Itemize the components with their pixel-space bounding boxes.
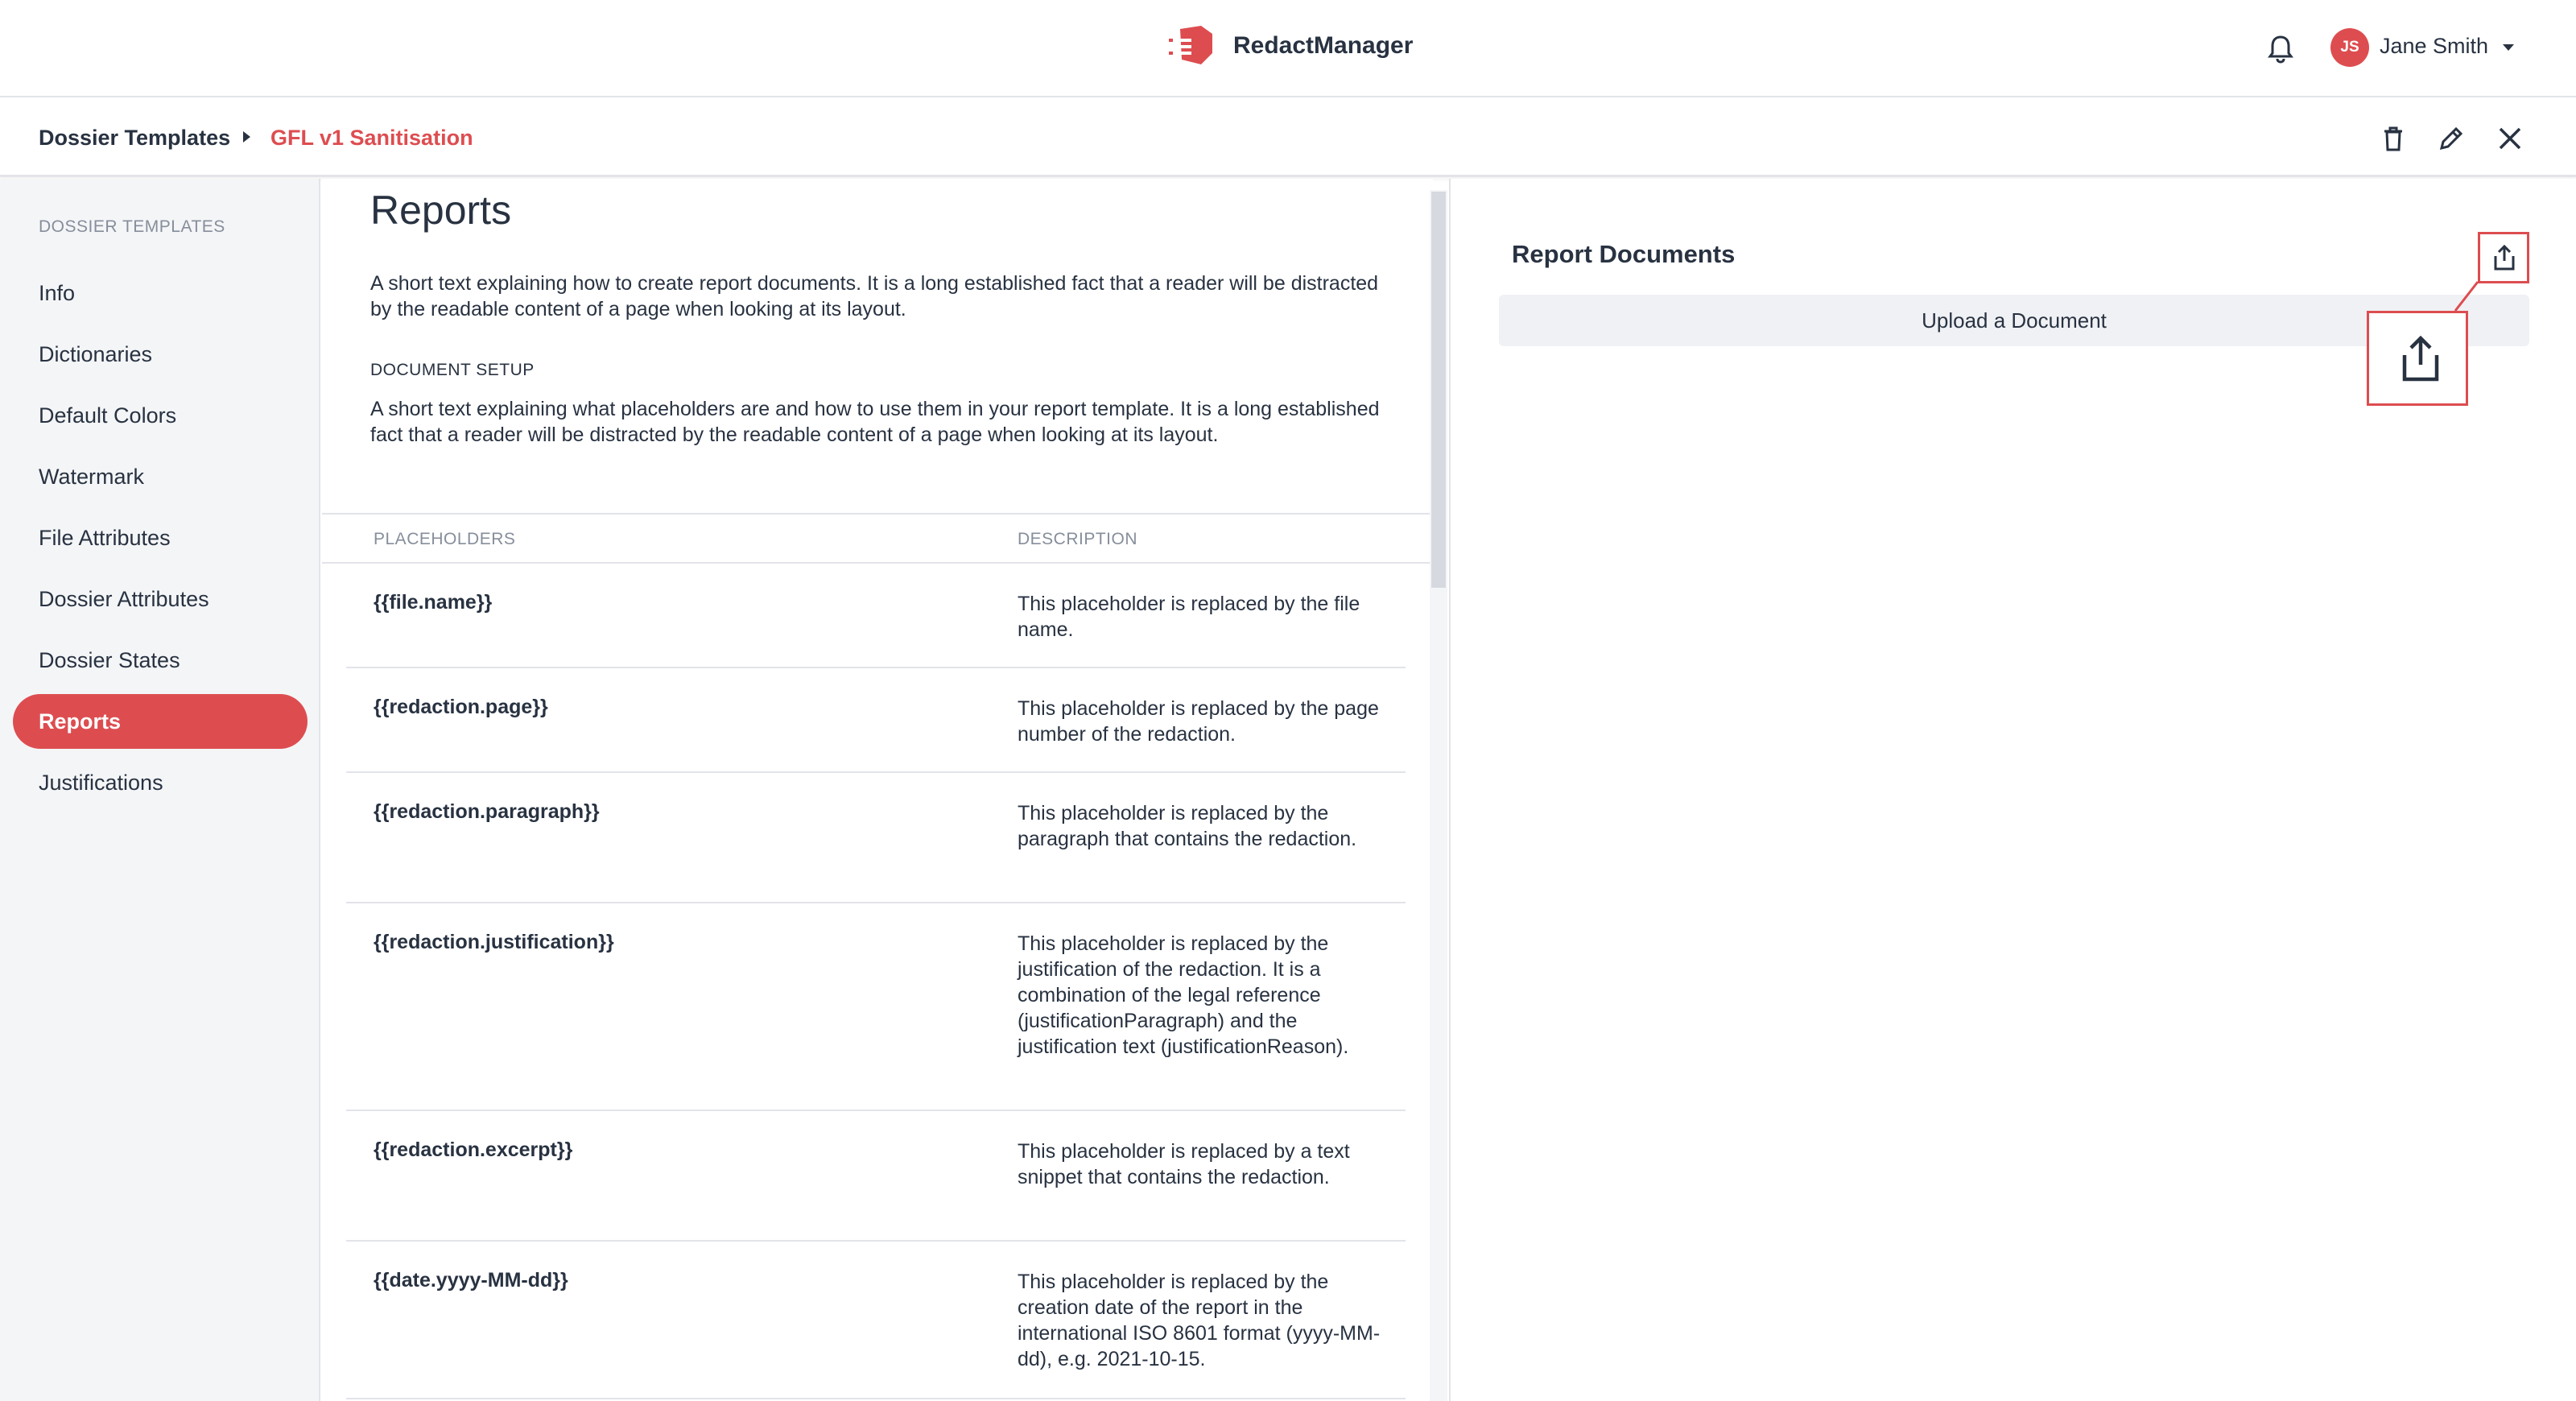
upload-icon[interactable] — [2478, 232, 2529, 283]
bell-icon[interactable] — [2266, 34, 2295, 64]
close-icon[interactable] — [2494, 122, 2526, 155]
placeholder-name: {{date.yyyy-MM-dd}} — [374, 1269, 568, 1291]
breadcrumb-current-template[interactable]: GFL v1 Sanitisation — [270, 126, 473, 151]
table-row: {{redaction.excerpt}} This placeholder i… — [346, 1111, 1406, 1242]
sidebar-item-dossier-states[interactable]: Dossier States — [13, 633, 308, 688]
user-name[interactable]: Jane Smith — [2380, 34, 2488, 59]
table-row: {{redaction.page}} This placeholder is r… — [346, 668, 1406, 773]
placeholder-description: This placeholder is replaced by a text s… — [1018, 1140, 1350, 1188]
placeholder-name: {{file.name}} — [374, 591, 493, 614]
description-column-header: DESCRIPTION — [1018, 530, 1138, 548]
document-setup-label: DOCUMENT SETUP — [370, 361, 535, 379]
table-row: {{redaction.paragraph}} This placeholder… — [346, 773, 1406, 903]
placeholders-column-header: PLACEHOLDERS — [374, 530, 516, 548]
sidebar-item-watermark[interactable]: Watermark — [13, 449, 308, 504]
sidebar-item-dictionaries[interactable]: Dictionaries — [13, 327, 308, 382]
sidebar-item-dossier-attributes[interactable]: Dossier Attributes — [13, 572, 308, 626]
placeholder-description: This placeholder is replaced by the just… — [1018, 932, 1349, 1058]
breadcrumb: Dossier Templates GFL v1 Sanitisation — [0, 98, 2576, 177]
placeholder-description: This placeholder is replaced by the crea… — [1018, 1271, 1381, 1370]
placeholder-description: This placeholder is replaced by the page… — [1018, 697, 1379, 746]
sidebar: DOSSIER TEMPLATES Info Dictionaries Defa… — [0, 179, 320, 1401]
content-scrollbar-thumb[interactable] — [1431, 192, 1446, 588]
table-row: {{redaction.justification}} This placeho… — [346, 903, 1406, 1111]
report-documents-title: Report Documents — [1512, 240, 1736, 268]
sidebar-item-justifications[interactable]: Justifications — [13, 755, 308, 810]
top-bar: RedactManager JS Jane Smith — [0, 0, 2576, 97]
table-row: {{file.name}} This placeholder is replac… — [346, 564, 1406, 668]
placeholder-name: {{redaction.excerpt}} — [374, 1139, 573, 1161]
pencil-icon[interactable] — [2435, 122, 2467, 155]
table-row: {{date.yyyy-MM-dd}} This placeholder is … — [346, 1242, 1406, 1399]
table-divider — [322, 513, 1433, 515]
upload-icon-zoom-callout — [2367, 311, 2468, 406]
breadcrumb-dossier-templates[interactable]: Dossier Templates — [39, 126, 230, 151]
reports-intro-text: A short text explaining how to create re… — [370, 272, 1379, 320]
sidebar-item-file-attributes[interactable]: File Attributes — [13, 510, 308, 565]
avatar[interactable]: JS — [2330, 28, 2369, 67]
app-name: RedactManager — [1233, 32, 1414, 59]
reports-content: Reports A short text explaining how to c… — [322, 179, 1433, 1401]
sidebar-item-default-colors[interactable]: Default Colors — [13, 388, 308, 443]
placeholder-description: This placeholder is replaced by the para… — [1018, 802, 1357, 850]
placeholder-name: {{redaction.paragraph}} — [374, 800, 600, 823]
sidebar-item-reports[interactable]: Reports — [13, 694, 308, 749]
redact-logo-icon[interactable] — [1169, 23, 1217, 71]
page-title: Reports — [370, 188, 512, 233]
caret-down-icon[interactable] — [2503, 44, 2514, 51]
breadcrumb-separator-icon — [243, 131, 250, 143]
upload-icon — [2402, 336, 2439, 382]
sidebar-item-info[interactable]: Info — [13, 266, 308, 320]
placeholder-name: {{redaction.justification}} — [374, 931, 614, 953]
placeholder-description: This placeholder is replaced by the file… — [1018, 593, 1360, 641]
trash-icon[interactable] — [2377, 122, 2409, 155]
placeholder-name: {{redaction.page}} — [374, 696, 548, 718]
sidebar-title: DOSSIER TEMPLATES — [39, 217, 225, 236]
document-setup-text: A short text explaining what placeholder… — [370, 398, 1380, 446]
